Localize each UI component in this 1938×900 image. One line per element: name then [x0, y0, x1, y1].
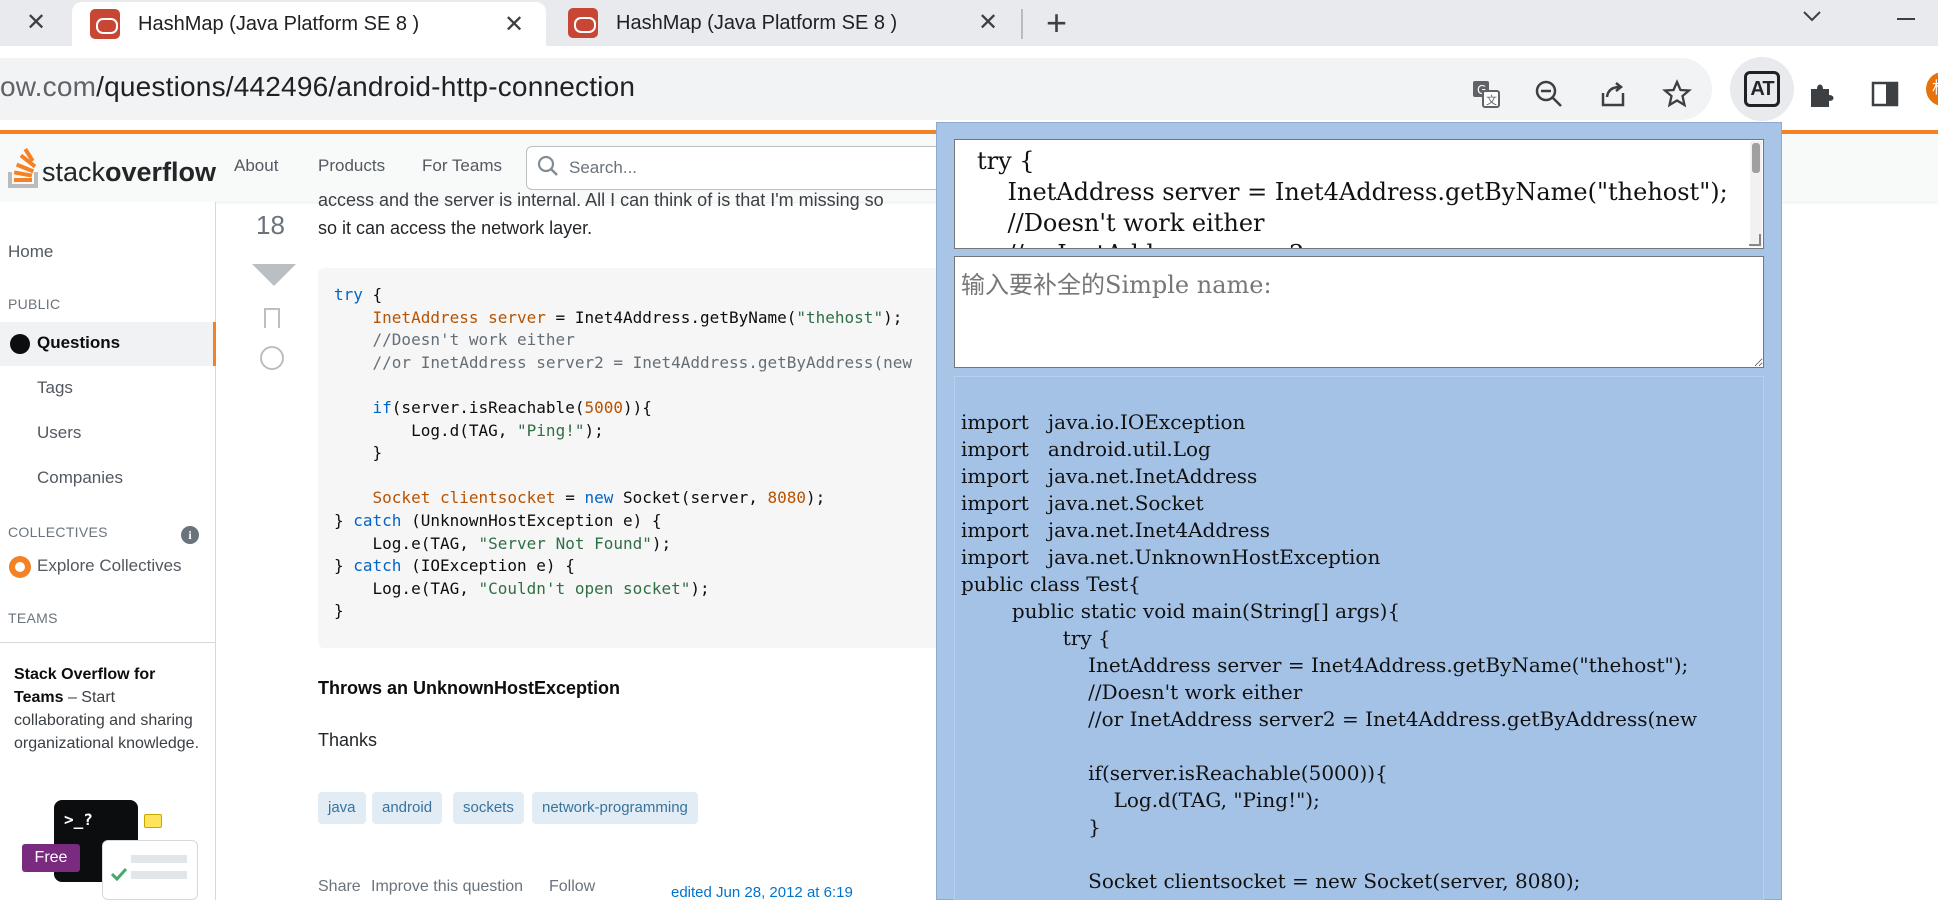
so-logo[interactable]: stack overflow — [8, 146, 216, 188]
side-panel-icon[interactable] — [1867, 76, 1903, 112]
logo-text-light: stack — [42, 157, 106, 187]
minimize-icon[interactable] — [1894, 2, 1918, 33]
sidebar-item-tags[interactable]: Tags — [37, 378, 73, 398]
simple-name-input[interactable] — [954, 256, 1764, 368]
bookmark-star-icon[interactable] — [1659, 76, 1695, 112]
tag-sockets[interactable]: sockets — [453, 792, 524, 824]
tag-network-programming[interactable]: network-programming — [532, 792, 698, 824]
downvote-arrow-icon[interactable] — [252, 264, 296, 286]
tab-title: HashMap (Java Platform SE 8 ) — [616, 11, 898, 34]
vote-count: 18 — [256, 210, 285, 240]
teams-promo: Stack Overflow for Teams – Start collabo… — [0, 642, 216, 755]
question-body: access and the server is internal. All I… — [216, 190, 958, 900]
share-icon[interactable] — [1595, 76, 1631, 112]
sidebar-item-explore-collectives[interactable]: Explore Collectives — [37, 556, 182, 576]
auto-import-popup: try { InetAddress server = Inet4Address.… — [936, 122, 1782, 900]
close-icon[interactable]: ✕ — [978, 8, 998, 37]
completed-code-output[interactable]: import java.io.IOException import androi… — [954, 376, 1764, 900]
code-block: try { InetAddress server = Inet4Address.… — [318, 268, 958, 648]
chat-bubble-icon — [144, 814, 162, 828]
post-thanks-line: Thanks — [318, 730, 378, 750]
nav-products[interactable]: Products — [318, 156, 385, 176]
sidebar-item-users[interactable]: Users — [37, 423, 81, 443]
post-intro-line-2: so it can access the network layer. — [318, 218, 593, 238]
search-icon — [537, 155, 558, 176]
sidebar-caption-teams: TEAMS — [8, 610, 58, 626]
edited-timestamp[interactable]: edited Jun 28, 2012 at 6:19 — [671, 884, 853, 900]
profile-avatar[interactable]: 林 — [1926, 72, 1938, 106]
address-bar[interactable]: ow.com/questions/442496/android-http-con… — [0, 58, 1712, 120]
collectives-icon — [9, 556, 31, 578]
source-code-textarea[interactable]: try { InetAddress server = Inet4Address.… — [954, 139, 1764, 249]
follow-link[interactable]: Follow — [549, 878, 595, 896]
checklist-card — [102, 840, 198, 900]
info-icon[interactable]: i — [181, 526, 199, 544]
source-code-text: try { InetAddress server = Inet4Address.… — [977, 147, 1728, 248]
extension-label: AT — [1744, 71, 1780, 107]
translate-icon[interactable]: G文 — [1468, 76, 1504, 112]
sidebar-item-label: Questions — [37, 333, 121, 352]
history-icon[interactable] — [260, 346, 284, 370]
url-host: ow.com — [0, 71, 97, 102]
browser-tab-partial[interactable]: t ✕ — [0, 0, 70, 46]
completed-code-text: import java.io.IOException import androi… — [961, 410, 1698, 900]
so-left-sidebar: Home PUBLIC Questions Tags Users Compani… — [0, 202, 216, 900]
oracle-favicon-icon — [568, 8, 598, 38]
sidebar-item-home[interactable]: Home — [8, 242, 53, 262]
oracle-favicon-icon — [90, 9, 120, 39]
new-tab-button[interactable]: + — [1046, 2, 1067, 44]
improve-question-link[interactable]: Improve this question — [371, 878, 523, 896]
browser-tab-bar: t ✕ HashMap (Java Platform SE 8 ) ✕ Hash… — [0, 0, 1938, 46]
sidebar-item-companies[interactable]: Companies — [37, 468, 123, 488]
sidebar-item-questions[interactable]: Questions — [0, 322, 216, 366]
post-intro-line-1: access and the server is internal. All I… — [318, 190, 884, 210]
globe-icon — [10, 334, 30, 354]
logo-text-bold: overflow — [105, 157, 217, 187]
close-icon[interactable]: ✕ — [26, 8, 46, 37]
svg-text:文: 文 — [1486, 93, 1497, 107]
check-icon — [111, 867, 127, 881]
free-badge: Free — [22, 844, 80, 872]
browser-tab-hashmap-1[interactable]: HashMap (Java Platform SE 8 ) ✕ — [72, 2, 546, 46]
extensions-puzzle-icon[interactable] — [1804, 76, 1840, 112]
tag-java[interactable]: java — [318, 792, 366, 824]
url-path: /questions/442496/android-http-connectio… — [96, 71, 636, 102]
code-text: try { InetAddress server = Inet4Address.… — [334, 285, 912, 621]
url-text[interactable]: ow.com/questions/442496/android-http-con… — [0, 71, 635, 103]
search-placeholder: Search... — [569, 158, 638, 177]
browser-tab-hashmap-2[interactable]: HashMap (Java Platform SE 8 ) ✕ — [550, 0, 1020, 46]
zoom-out-icon[interactable] — [1531, 76, 1567, 112]
bookmark-icon[interactable] — [264, 308, 280, 328]
terminal-prompt: >_? — [64, 810, 93, 829]
tab-search-chevron-icon[interactable] — [1800, 4, 1824, 35]
resize-handle-icon[interactable] — [1749, 234, 1761, 246]
source-scrollbar[interactable] — [1750, 141, 1762, 247]
close-icon[interactable]: ✕ — [504, 10, 524, 39]
at-extension-button[interactable]: AT — [1730, 57, 1794, 121]
tab-separator — [1021, 9, 1023, 39]
teams-illustration: >_? Free — [22, 800, 202, 900]
browser-toolbar: ow.com/questions/442496/android-http-con… — [0, 46, 1938, 134]
sidebar-caption-collectives: COLLECTIVES — [8, 524, 108, 540]
tab-title: HashMap (Java Platform SE 8 ) — [138, 12, 420, 35]
nav-about[interactable]: About — [234, 156, 278, 176]
sidebar-caption-public: PUBLIC — [8, 296, 61, 312]
nav-for-teams[interactable]: For Teams — [422, 156, 502, 176]
so-search-input[interactable]: Search... — [526, 146, 946, 190]
tag-android[interactable]: android — [372, 792, 443, 824]
stackoverflow-logo-icon — [8, 146, 38, 188]
share-link[interactable]: Share — [318, 878, 361, 896]
post-throws-line: Throws an UnknownHostException — [318, 678, 621, 698]
